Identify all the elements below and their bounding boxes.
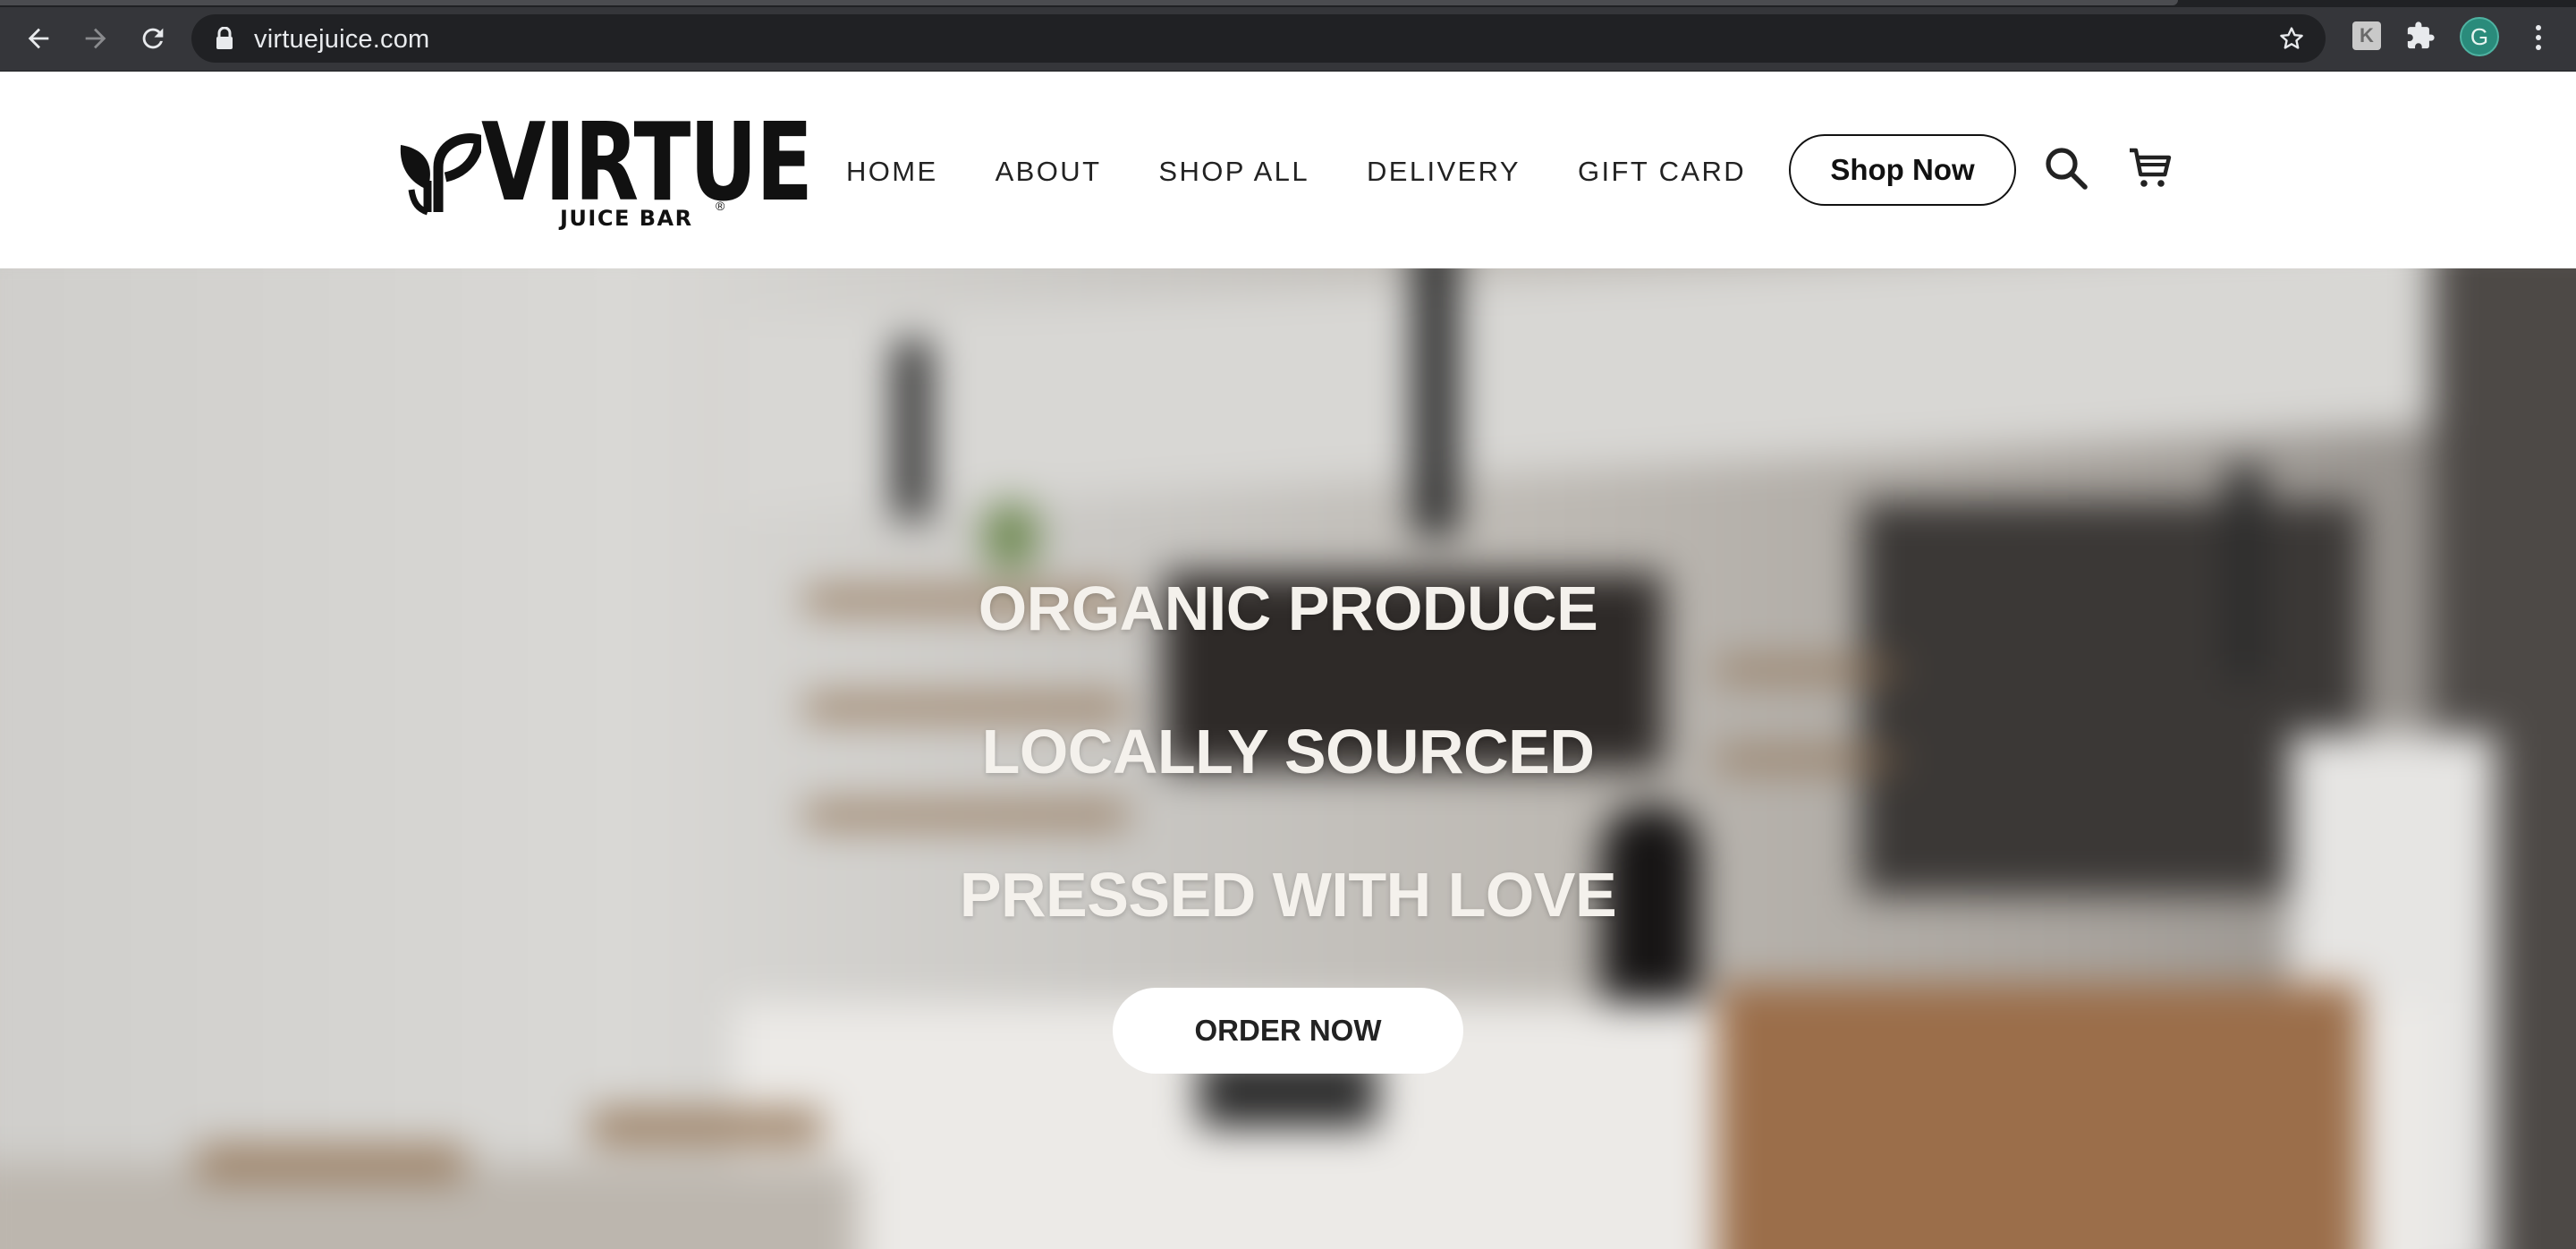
site-logo[interactable]: VIRTUE ® JUICE BAR [392, 110, 813, 231]
profile-avatar[interactable]: G [2460, 17, 2499, 56]
nav-home[interactable]: HOME [846, 156, 938, 188]
main-navigation: HOME ABOUT SHOP ALL DELIVERY GIFT CARD [846, 156, 1803, 188]
shop-now-button[interactable]: Shop Now [1789, 134, 2016, 206]
kebab-dot [2536, 45, 2541, 50]
back-button[interactable] [18, 18, 59, 59]
order-now-button[interactable]: ORDER NOW [1113, 988, 1463, 1074]
hero-headline-love: PRESSED WITH LOVE [959, 860, 1617, 930]
site-header: VIRTUE ® JUICE BAR HOME ABOUT SHOP ALL D… [0, 72, 2576, 268]
browser-toolbar: virtuejuice.com K G [0, 0, 2576, 72]
extension-icon: K [2352, 21, 2381, 50]
browser-menu-button[interactable] [2522, 20, 2555, 55]
search-icon[interactable] [2043, 145, 2089, 191]
logo-subtitle: JUICE BAR [560, 206, 693, 231]
hero-copy: ORGANIC PRODUCE LOCALLY SOURCED PRESSED … [0, 268, 2576, 1249]
forward-button[interactable] [75, 18, 116, 59]
active-tab-edge[interactable] [0, 0, 2178, 5]
logo-wordmark: VIRTUE [481, 101, 813, 225]
nav-shop-all[interactable]: SHOP ALL [1158, 156, 1309, 188]
star-icon[interactable] [2277, 24, 2306, 53]
nav-about[interactable]: ABOUT [996, 156, 1102, 188]
puzzle-icon [2407, 21, 2435, 49]
leaf-logo-icon [400, 133, 481, 216]
extensions-menu-button[interactable] [2404, 20, 2436, 52]
lock-icon [216, 27, 233, 49]
nav-delivery[interactable]: DELIVERY [1367, 156, 1521, 188]
hero-headline-local: LOCALLY SOURCED [981, 717, 1595, 786]
kebab-menu-icon [2536, 25, 2541, 30]
address-bar[interactable]: virtuejuice.com [191, 14, 2326, 63]
reload-icon [142, 28, 164, 49]
nav-gift-card[interactable]: GIFT CARD [1578, 156, 1746, 188]
forward-arrow-icon [85, 28, 106, 49]
reload-button[interactable] [132, 18, 174, 59]
tab-strip-edge [0, 0, 2576, 7]
hero-headline-organic: ORGANIC PRODUCE [978, 574, 1598, 643]
extension-button[interactable]: K [2351, 20, 2383, 52]
hero-section: ORGANIC PRODUCE LOCALLY SOURCED PRESSED … [0, 268, 2576, 1249]
url-text[interactable]: virtuejuice.com [254, 25, 429, 55]
back-arrow-icon [28, 28, 49, 49]
cart-icon[interactable] [2127, 145, 2174, 191]
logo-registered-mark: ® [716, 199, 725, 213]
kebab-dot [2536, 35, 2541, 40]
